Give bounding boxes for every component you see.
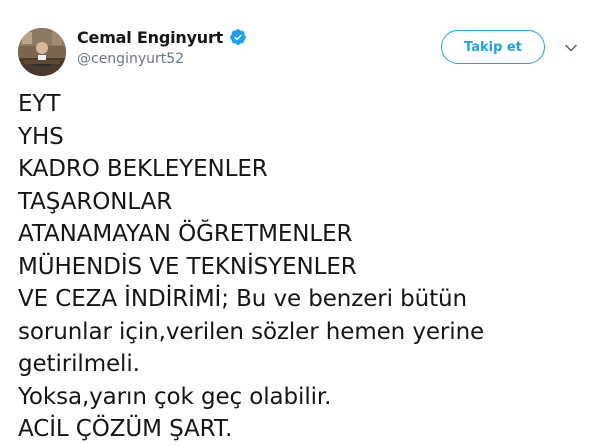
display-name[interactable]: Cemal Enginyurt	[77, 28, 223, 47]
tweet-line: VE CEZA İNDİRİMİ; Bu ve benzeri bütün	[18, 286, 468, 312]
tweet-line: TAŞARONLAR	[18, 188, 173, 215]
tweet-line: ATANAMAYAN ÖĞRETMENLER	[18, 221, 353, 247]
author-block: Cemal Enginyurt @cenginyurt52	[77, 27, 247, 67]
tweet-line: getirilmeli.	[18, 351, 140, 377]
tweet-line: ACİL ÇÖZÜM ŞART.	[18, 416, 233, 442]
tweet-line: MÜHENDİS VE TEKNİSYENLER	[18, 253, 357, 280]
chevron-down-icon[interactable]	[564, 40, 578, 54]
tweet-text: EYT YHS KADRO BEKLEYENLER TAŞARONLAR ATA…	[18, 88, 588, 445]
name-row: Cemal Enginyurt	[77, 27, 247, 47]
tweet-card: Cemal Enginyurt @cenginyurt52 Takip et E…	[0, 0, 599, 445]
tweet-line: sorunlar için,verilen sözler hemen yerin…	[18, 318, 485, 345]
tweet-line: EYT	[18, 91, 61, 117]
avatar[interactable]	[18, 28, 66, 76]
tweet-line: Yoksa,yarın çok geç olabilir.	[18, 383, 332, 410]
tweet-line: YHS	[18, 123, 64, 150]
follow-button[interactable]: Takip et	[441, 30, 545, 64]
follow-button-label: Takip et	[464, 39, 522, 55]
handle[interactable]: @cenginyurt52	[77, 51, 247, 67]
tweet-line: KADRO BEKLEYENLER	[18, 156, 268, 182]
verified-badge-icon	[229, 28, 247, 46]
profile-photo	[18, 28, 66, 76]
